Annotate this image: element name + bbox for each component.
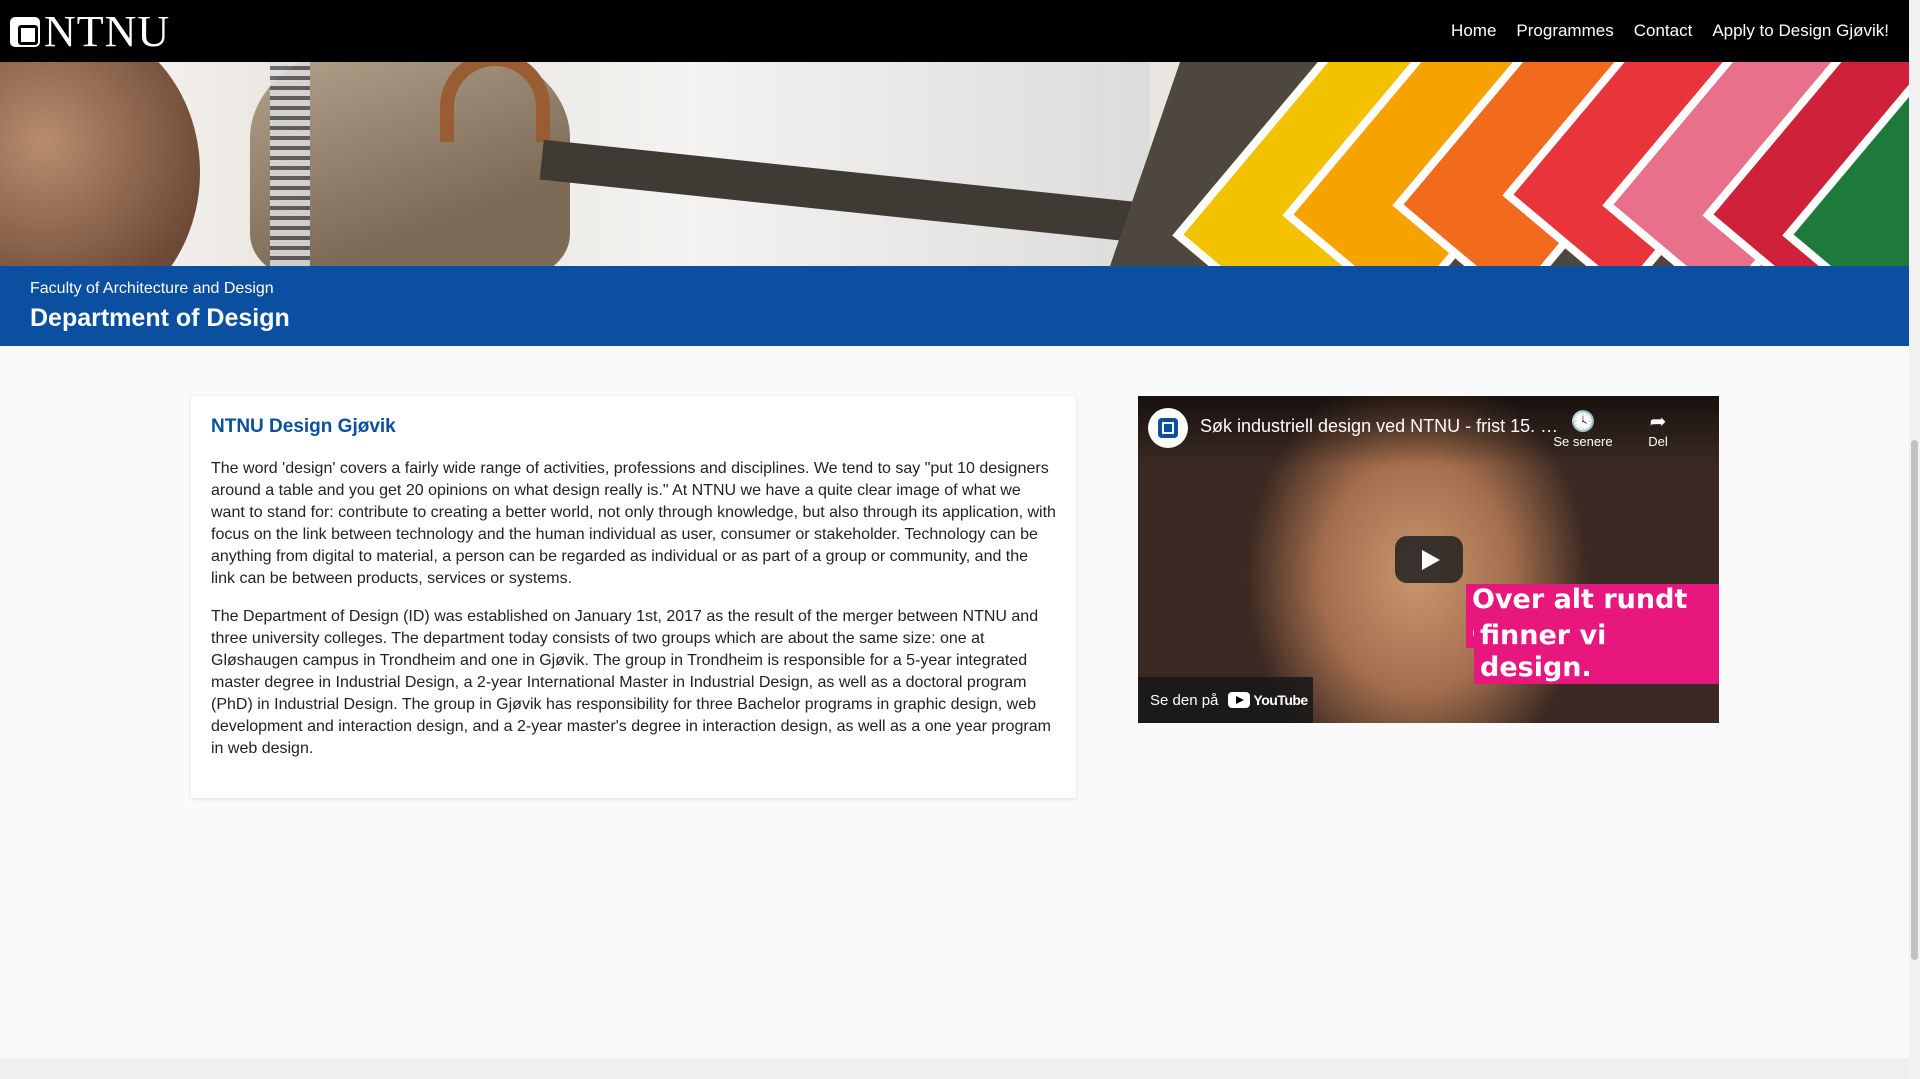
scrollbar-thumb[interactable] [1911,440,1918,960]
ntnu-logo[interactable]: NTNU [10,7,171,56]
share-arrow-icon: ➦ [1649,411,1667,433]
video-title[interactable]: Søk industriell design ved NTNU - frist … [1200,416,1560,437]
nav-link-contact[interactable]: Contact [1634,21,1693,41]
nav-link-programmes[interactable]: Programmes [1516,21,1613,41]
faculty-link[interactable]: Faculty of Architecture and Design [30,278,1879,300]
department-banner: Faculty of Architecture and Design Depar… [0,266,1909,346]
article-card: NTNU Design Gjøvik The word 'design' cov… [191,396,1076,798]
main-nav: Home Programmes Contact Apply to Design … [1451,0,1889,62]
top-nav-bar: NTNU Home Programmes Contact Apply to De… [0,0,1909,62]
play-button[interactable] [1395,536,1463,583]
watch-on-youtube-button[interactable]: Se den på YouTube [1138,677,1313,723]
clock-icon: 🕓 [1570,411,1596,433]
department-title: Department of Design [30,304,290,332]
share-button[interactable]: ➦ Del [1628,410,1688,449]
footer-strip [0,1058,1909,1079]
channel-avatar-icon[interactable] [1148,408,1188,448]
article-paragraph: The word 'design' covers a fairly wide r… [211,460,1056,587]
article-title: NTNU Design Gjøvik [211,416,396,437]
youtube-logo-icon [1228,692,1251,708]
ntnu-logo-icon [10,17,40,47]
nav-link-home[interactable]: Home [1451,21,1496,41]
main-content: NTNU Design Gjøvik The word 'design' cov… [0,346,1909,1058]
youtube-video-embed[interactable]: Søk industriell design ved NTNU - frist … [1138,396,1719,723]
watch-later-button[interactable]: 🕓 Se senere [1553,410,1613,449]
page-scrollbar[interactable] [1909,0,1920,1079]
hero-image [0,62,1909,266]
logo-text: NTNU [44,7,171,56]
nav-link-apply[interactable]: Apply to Design Gjøvik! [1712,21,1889,41]
article-paragraph: The Department of Design (ID) was establ… [211,608,1051,757]
video-overlay-text: finner vi design. [1474,620,1719,684]
